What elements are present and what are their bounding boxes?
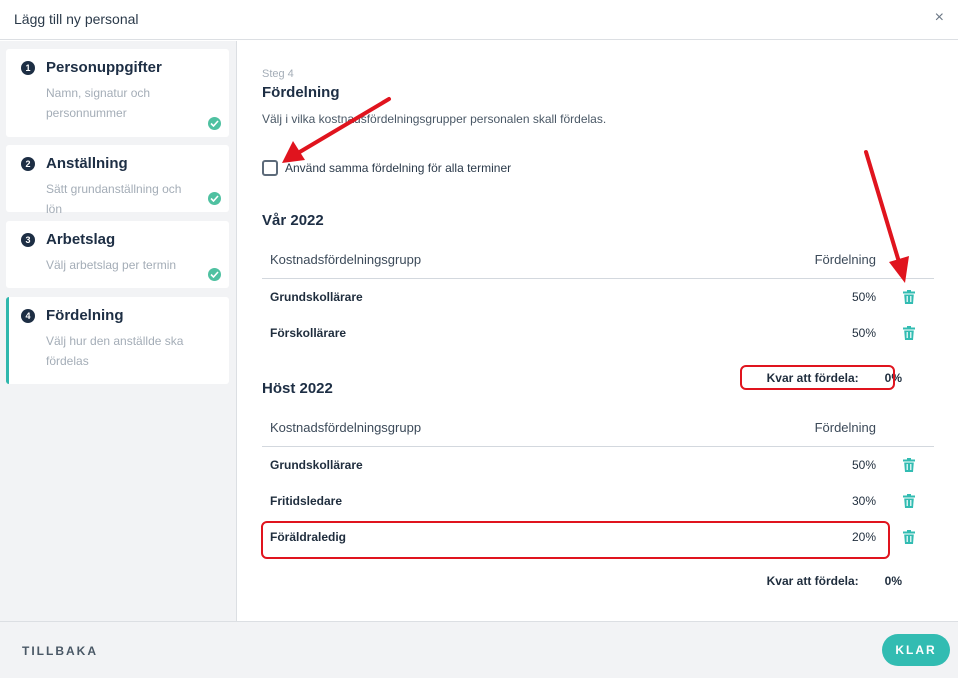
remaining-label: Kvar att fördela:	[766, 371, 859, 385]
step-description: Sätt grundanställning och lön	[46, 182, 182, 216]
modal-header: Lägg till ny personal ×	[0, 0, 958, 40]
column-header-group: Kostnadsfördelningsgrupp	[270, 252, 422, 267]
checkmark-icon	[208, 117, 221, 130]
distribution-table-var-2022: Kostnadsfördelningsgrupp Fördelning Grun…	[262, 240, 934, 351]
column-header-distribution: Fördelning	[814, 252, 876, 267]
remaining-var-2022: Kvar att fördela: 0%	[767, 371, 902, 385]
term-title-host-2022: Höst 2022	[262, 380, 333, 397]
steps-sidebar: 1 Personuppgifter Namn, signatur och per…	[0, 41, 237, 621]
table-row: Föräldraledig 20%	[262, 519, 934, 555]
column-header-group: Kostnadsfördelningsgrupp	[270, 420, 422, 435]
remaining-value: 0%	[884, 574, 902, 588]
same-distribution-checkbox[interactable]	[262, 160, 278, 176]
table-row: Grundskollärare 50%	[262, 279, 934, 315]
remaining-host-2022: Kvar att fördela: 0%	[767, 574, 902, 588]
distribution-value: 20%	[851, 530, 876, 544]
step-arbetslag[interactable]: 3 Arbetslag Välj arbetslag per termin	[6, 221, 229, 288]
distribution-value: 50%	[851, 290, 876, 304]
step-anstallning[interactable]: 2 Anställning Sätt grundanställning och …	[6, 145, 229, 216]
trash-icon[interactable]	[903, 326, 915, 340]
remaining-value: 0%	[884, 371, 902, 385]
distribution-panel: Steg 4 Fördelning Välj i vilka kostnadsf…	[238, 41, 958, 621]
group-name: Fritidsledare	[270, 494, 343, 508]
page-description: Välj i vilka kostnadsfördelningsgrupper …	[262, 112, 607, 126]
table-row: Grundskollärare 50%	[262, 447, 934, 483]
same-distribution-label[interactable]: Använd samma fördelning för alla termine…	[285, 161, 511, 175]
trash-icon[interactable]	[903, 530, 915, 544]
step-fordelning[interactable]: 4 Fördelning Välj hur den anställde ska …	[6, 297, 229, 384]
term-title-var-2022: Vår 2022	[262, 212, 324, 229]
checkmark-icon	[208, 268, 221, 281]
distribution-value: 30%	[851, 494, 876, 508]
add-staff-modal: Lägg till ny personal × 1 Personuppgifte…	[0, 0, 958, 678]
step-number: 3	[21, 233, 35, 247]
table-header: Kostnadsfördelningsgrupp Fördelning	[262, 408, 934, 447]
step-title: Anställning	[46, 155, 128, 172]
step-number: 4	[21, 309, 35, 323]
column-header-distribution: Fördelning	[814, 420, 876, 435]
step-description: Välj hur den anställde ska fördelas	[46, 334, 184, 368]
step-title: Arbetslag	[46, 231, 116, 248]
step-personuppgifter[interactable]: 1 Personuppgifter Namn, signatur och per…	[6, 49, 229, 137]
step-title: Personuppgifter	[46, 59, 162, 76]
remaining-label: Kvar att fördela:	[766, 574, 859, 588]
group-name: Förskollärare	[270, 326, 347, 340]
back-button[interactable]: TILLBAKA	[22, 644, 98, 658]
table-row: Fritidsledare 30%	[262, 483, 934, 519]
done-button[interactable]: KLAR	[882, 634, 950, 666]
step-title: Fördelning	[46, 307, 124, 324]
step-description: Namn, signatur och personnummer	[46, 86, 151, 120]
close-icon[interactable]: ×	[935, 9, 944, 27]
modal-title: Lägg till ny personal	[14, 11, 139, 27]
group-name: Föräldraledig	[270, 530, 347, 544]
table-header: Kostnadsfördelningsgrupp Fördelning	[262, 240, 934, 279]
modal-footer: TILLBAKA KLAR	[0, 621, 958, 678]
distribution-value: 50%	[851, 458, 876, 472]
step-label: Steg 4	[262, 68, 294, 80]
checkmark-icon	[208, 192, 221, 205]
group-name: Grundskollärare	[270, 458, 363, 472]
step-number: 1	[21, 61, 35, 75]
step-number: 2	[21, 157, 35, 171]
table-row: Förskollärare 50%	[262, 315, 934, 351]
trash-icon[interactable]	[903, 290, 915, 304]
step-description: Välj arbetslag per termin	[46, 258, 177, 272]
page-title: Fördelning	[262, 84, 340, 101]
distribution-value: 50%	[851, 326, 876, 340]
distribution-table-host-2022: Kostnadsfördelningsgrupp Fördelning Grun…	[262, 408, 934, 555]
trash-icon[interactable]	[903, 458, 915, 472]
group-name: Grundskollärare	[270, 290, 363, 304]
trash-icon[interactable]	[903, 494, 915, 508]
